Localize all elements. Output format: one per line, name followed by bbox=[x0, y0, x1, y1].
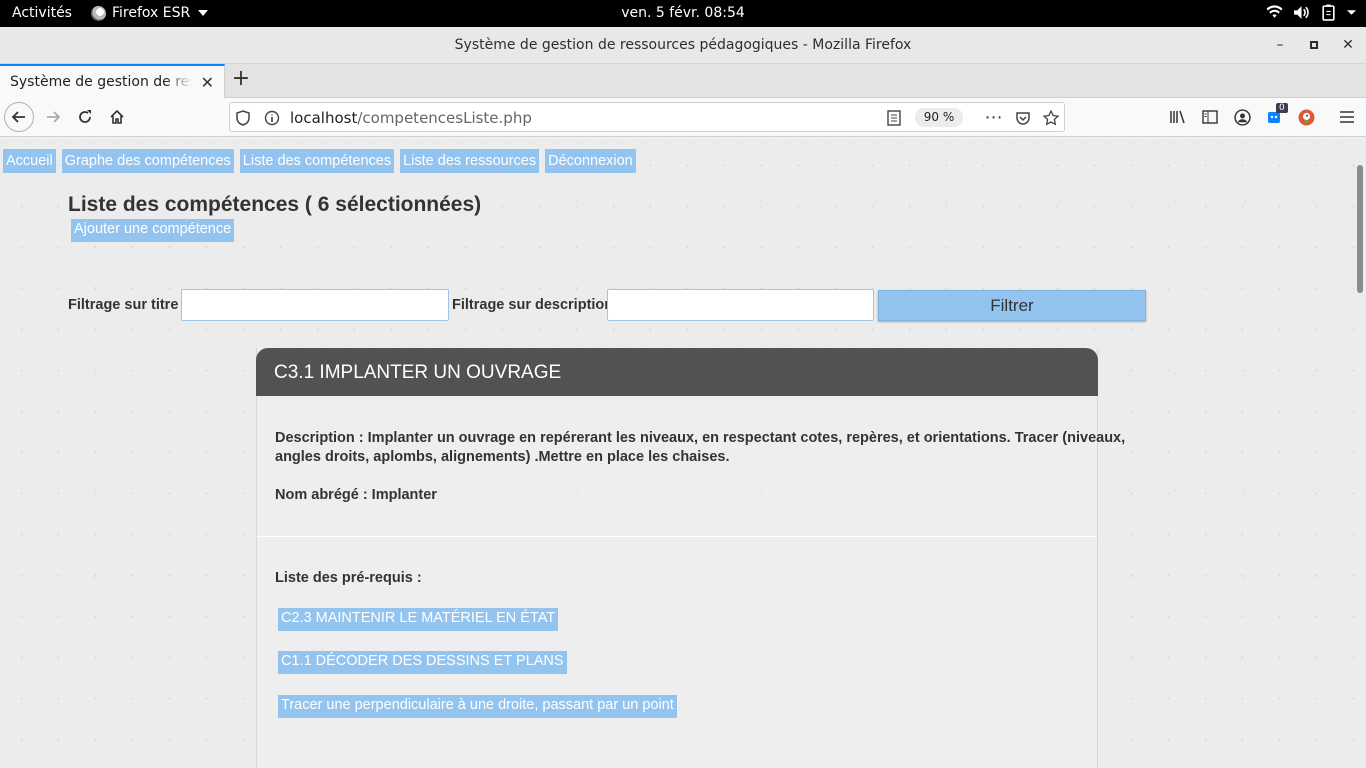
title-filter-label: Filtrage sur titre : bbox=[68, 297, 188, 313]
page-scrollbar[interactable] bbox=[1355, 138, 1366, 768]
menu-graphe-competences[interactable]: Graphe des compétences bbox=[61, 149, 234, 173]
extension-notification-icon[interactable]: 0 bbox=[1259, 102, 1289, 132]
page-title: Liste des compétences ( 6 sélectionnées) bbox=[68, 193, 482, 216]
app-menu-label: Firefox ESR bbox=[112, 5, 191, 21]
competence-description-line-1: Description : Implanter un ouvrage en re… bbox=[275, 430, 1126, 446]
prerequisite-link[interactable]: C1.1 DÉCODER DES DESSINS ET PLANS bbox=[278, 651, 567, 674]
competence-description-line-2: angles droits, aplombs, alignements) .Me… bbox=[275, 449, 730, 465]
home-icon[interactable] bbox=[102, 102, 132, 132]
new-tab-icon[interactable]: + bbox=[230, 68, 252, 92]
wifi-icon bbox=[1266, 5, 1283, 18]
menu-deconnexion[interactable]: Déconnexion bbox=[545, 149, 636, 173]
url-bar[interactable]: localhost/competencesListe.php 90 % ⋯ bbox=[229, 102, 1065, 132]
notification-badge: 0 bbox=[1276, 103, 1288, 113]
system-top-bar: Activités Firefox ESR ven. 5 févr. 08:54 bbox=[0, 0, 1366, 27]
pocket-icon[interactable] bbox=[1014, 109, 1031, 126]
window-titlebar: Système de gestion de ressources pédagog… bbox=[0, 27, 1366, 64]
navigation-bar: localhost/competencesListe.php 90 % ⋯ 0 bbox=[0, 98, 1366, 137]
bookmark-star-icon[interactable] bbox=[1042, 109, 1059, 126]
tab-title: Système de gestion de ressources pédagog… bbox=[10, 74, 192, 90]
duckduckgo-icon[interactable] bbox=[1291, 102, 1321, 132]
firefox-icon bbox=[91, 5, 106, 21]
card-divider bbox=[257, 536, 1097, 537]
volume-icon bbox=[1294, 6, 1309, 19]
page-actions-icon[interactable]: ⋯ bbox=[985, 107, 1003, 128]
battery-icon bbox=[1322, 4, 1335, 21]
clock[interactable]: ven. 5 févr. 08:54 bbox=[621, 5, 745, 21]
page-content: Accueil Graphe des compétences Liste des… bbox=[0, 138, 1355, 768]
description-filter-input[interactable] bbox=[607, 289, 874, 321]
site-menu: Accueil Graphe des compétences Liste des… bbox=[3, 149, 636, 173]
tab-strip: Système de gestion de ressources pédagog… bbox=[0, 64, 1366, 98]
competence-short-name: Nom abrégé : Implanter bbox=[275, 487, 437, 503]
menu-liste-competences[interactable]: Liste des compétences bbox=[239, 149, 395, 173]
hamburger-menu-icon[interactable] bbox=[1332, 102, 1362, 132]
url-text[interactable]: localhost/competencesListe.php bbox=[290, 109, 532, 127]
prerequisite-link[interactable]: Tracer une perpendiculaire à une droite,… bbox=[278, 695, 677, 718]
description-filter-label: Filtrage sur description : bbox=[452, 297, 622, 313]
prerequisites-label: Liste des pré-requis : bbox=[275, 570, 422, 586]
sidebar-icon[interactable] bbox=[1195, 102, 1225, 132]
add-competence-button[interactable]: Ajouter une compétence bbox=[71, 219, 235, 242]
caret-down-icon bbox=[198, 10, 209, 16]
reload-icon[interactable] bbox=[70, 102, 100, 132]
close-window-icon[interactable]: ✕ bbox=[1338, 35, 1358, 55]
activities-button[interactable]: Activités bbox=[12, 5, 72, 21]
competence-header: C3.1 IMPLANTER UN OUVRAGE bbox=[256, 348, 1098, 396]
maximize-icon[interactable] bbox=[1304, 35, 1324, 55]
zoom-level-badge[interactable]: 90 % bbox=[915, 108, 963, 127]
reader-view-icon[interactable] bbox=[885, 109, 902, 126]
app-menu[interactable]: Firefox ESR bbox=[91, 5, 209, 21]
scrollbar-thumb[interactable] bbox=[1357, 165, 1363, 293]
caret-down-icon bbox=[1347, 10, 1356, 15]
title-filter-input[interactable] bbox=[181, 289, 449, 321]
system-tray[interactable] bbox=[1266, 4, 1356, 21]
tab-close-icon[interactable]: ✕ bbox=[201, 73, 214, 92]
menu-liste-ressources[interactable]: Liste des ressources bbox=[400, 149, 540, 173]
menu-accueil[interactable]: Accueil bbox=[3, 149, 56, 173]
account-icon[interactable] bbox=[1227, 102, 1257, 132]
forward-icon[interactable] bbox=[38, 102, 68, 132]
minimize-icon[interactable]: – bbox=[1270, 35, 1290, 55]
library-icon[interactable] bbox=[1163, 102, 1193, 132]
tracking-protection-icon[interactable] bbox=[234, 109, 251, 126]
back-icon[interactable] bbox=[4, 102, 34, 132]
tab-active[interactable]: Système de gestion de ressources pédagog… bbox=[0, 64, 225, 98]
filter-button[interactable]: Filtrer bbox=[878, 290, 1146, 321]
window-title: Système de gestion de ressources pédagog… bbox=[454, 37, 912, 53]
site-info-icon[interactable] bbox=[263, 109, 280, 126]
prerequisite-link[interactable]: C2.3 MAINTENIR LE MATÉRIEL EN ÉTAT bbox=[278, 608, 559, 631]
